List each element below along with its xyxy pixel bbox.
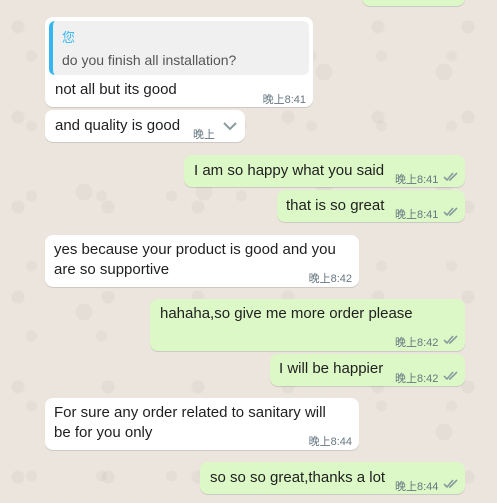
message-bubble[interactable]: and quality is good 晚上 [45,110,245,142]
message-bubble[interactable]: hahaha,so give me more order please 晚上8:… [150,299,465,351]
message-time: 晚上8:42 [395,337,439,349]
double-check-icon [443,207,458,217]
message-text: I will be happier [279,360,384,377]
message-text: not all but its good [55,81,177,98]
message-time: 晚上8:44 [308,436,352,448]
message-bubble[interactable]: I am so happy what you said 晚上8:41 [184,155,465,187]
chevron-down-icon[interactable] [222,121,238,131]
double-check-icon [443,479,458,489]
message-text-line-1: yes because your product is good and you [54,241,336,258]
message-bubble[interactable]: 您 do you finish all installation? not al… [45,17,313,107]
message-text: and quality is good [55,117,181,134]
message-time: 晚上8:41 [395,209,439,221]
message-bubble[interactable]: For sure any order related to sanitary w… [45,398,359,450]
message-text: that is so great [286,197,385,214]
message-time: 晚上8:41 [395,174,439,186]
message-text: so so so great,thanks a lot [210,469,386,486]
message-bubble[interactable]: I will be happier 晚上8:42 [270,354,465,386]
message-text: I am so happy what you said [194,162,385,179]
double-check-icon [443,335,458,345]
message-bubble[interactable]: that is so great 晚上8:41 [277,190,465,222]
double-check-icon [443,172,458,182]
quote-text: do you finish all installation? [62,52,237,68]
message-bubble[interactable]: yes because your product is good and you… [45,235,359,287]
message-text: hahaha,so give me more order please [160,305,413,322]
double-check-icon [443,371,458,381]
message-text-line-2: be for you only [54,424,153,441]
message-time: 晚上 [193,129,215,141]
message-time: 晚上8:42 [395,373,439,385]
message-time: 晚上8:41 [262,94,306,106]
quote-author: 您 [62,30,76,45]
quoted-message[interactable]: 您 do you finish all installation? [49,21,309,75]
message-bubble[interactable]: so so so great,thanks a lot 晚上8:44 [200,462,465,494]
message-text-line-1: For sure any order related to sanitary w… [54,404,326,421]
message-bubble-partial[interactable] [362,0,465,6]
message-time: 晚上8:42 [308,273,352,285]
message-text-line-2: are so supportive [54,261,170,278]
message-time: 晚上8:44 [395,481,439,493]
